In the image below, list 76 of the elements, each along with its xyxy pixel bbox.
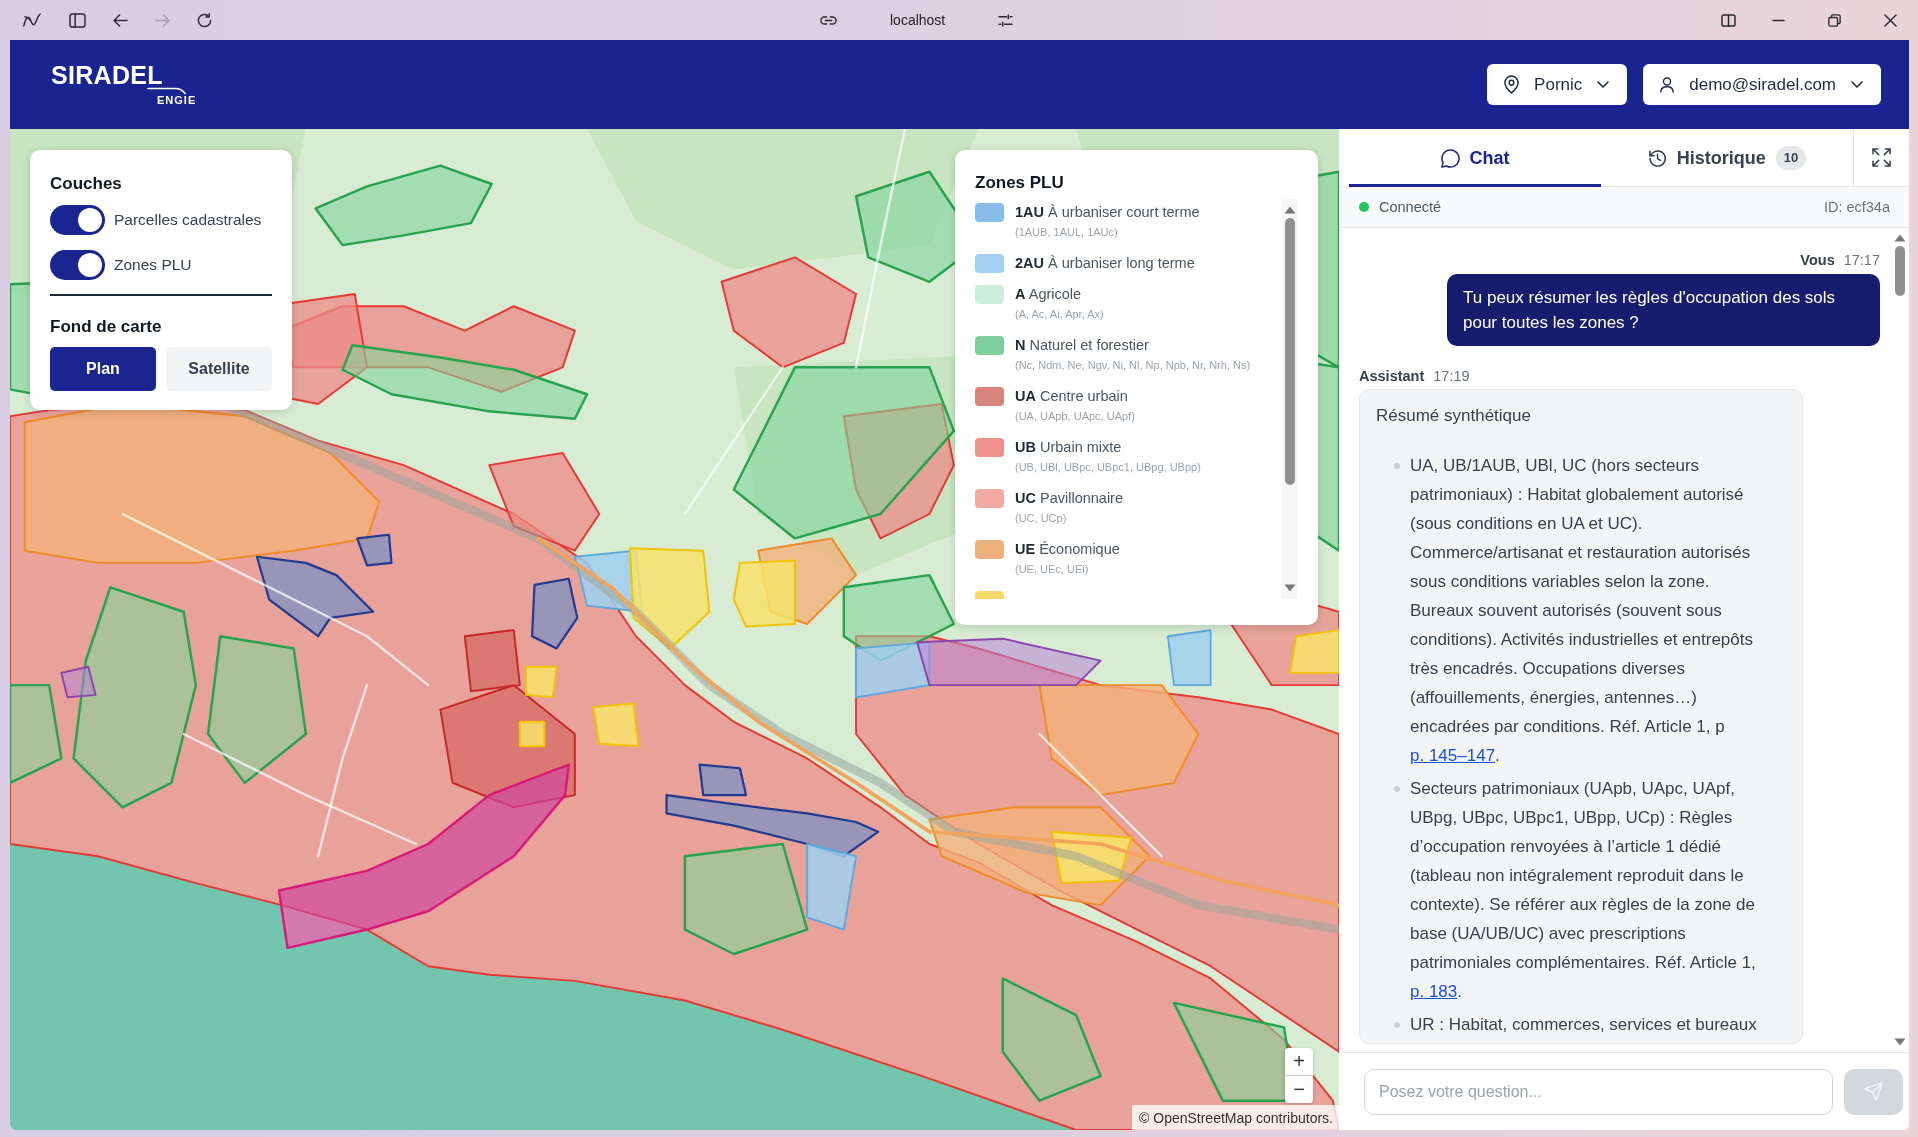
basemap-button[interactable]: Satellite	[166, 347, 272, 391]
legend-subzones: (UE, UEc, UEi)	[1015, 562, 1090, 577]
user-message-bubble: Tu peux résumer les règles d'occupation des sols pour toutes les zones ?	[1447, 274, 1880, 346]
toggle-switch[interactable]	[50, 250, 105, 280]
scroll-down-icon[interactable]	[1894, 1038, 1906, 1046]
legend-subzones: (UC, UCp)	[1015, 511, 1068, 526]
legend-label: 2AU À urbaniser long terme	[1015, 254, 1195, 273]
message-time: 17:19	[1433, 367, 1470, 386]
connection-status: Connecté	[1379, 199, 1442, 215]
panel-title: Couches	[50, 173, 123, 195]
location-dropdown[interactable]: Pornic	[1487, 64, 1628, 105]
browser-logo-icon[interactable]	[22, 11, 42, 29]
scroll-up-icon[interactable]	[1894, 234, 1906, 242]
user-icon	[1660, 76, 1675, 93]
legend-title: Zones PLU	[975, 172, 1065, 194]
url-text[interactable]: localhost	[890, 12, 946, 28]
legend-subzones: (1AUB, 1AUL, 1AUc)	[1015, 225, 1119, 240]
bullet-icon	[1394, 1022, 1400, 1028]
toggle-switch[interactable]	[50, 205, 105, 235]
send-icon	[1864, 1082, 1883, 1101]
legend-label: UB Urbain mixte	[1015, 438, 1123, 457]
layer-label: Zones PLU	[114, 256, 192, 274]
legend-label: UE Économique	[1015, 540, 1120, 559]
minimize-icon[interactable]	[1772, 18, 1785, 22]
parent-logo-text: ENGIE	[157, 93, 198, 106]
bullet-icon	[1394, 786, 1400, 792]
scroll-up-icon[interactable]	[1284, 206, 1296, 214]
user-menu-button[interactable]: demo@siradel.com	[1643, 64, 1881, 105]
legend-subzones: (A, Ac, Ai, Apr, Ax)	[1015, 307, 1104, 322]
author-name: Vous	[1800, 251, 1835, 270]
split-view-icon[interactable]	[1721, 13, 1736, 27]
layer-label: Parcelles cadastrales	[114, 211, 262, 229]
bullet-text: Secteurs patrimoniaux (UApb, UApc, UApf, UBpg, UBpc, UBpc1, UBpp, UCp) : Règles d’occupation renvoyées à l’article 1 dédié (tableau non intégralement reproduit dans le contexte). Se référer aux règles de la zone de base (UA/UB/UC) avec prescriptions patrimoniales complémentaires. Réf. Article 1, p. 183.	[1410, 778, 1757, 1003]
sliders-icon[interactable]	[998, 13, 1014, 27]
legend-label: N Naturel et forestier	[1015, 336, 1150, 355]
legend-label: A Agricole	[1015, 285, 1083, 304]
legend-label: 1AU À urbaniser court terme	[1015, 203, 1200, 222]
tab[interactable]: Historique 10	[1601, 129, 1853, 187]
count-badge: 10	[1775, 146, 1807, 170]
page-link[interactable]: p. 145–147	[1410, 746, 1496, 765]
back-icon[interactable]	[113, 13, 128, 27]
legend-subzones: (UA, UApb, UApc, UApf)	[1015, 409, 1135, 424]
restore-icon[interactable]	[1828, 13, 1841, 27]
chat-bubble-icon	[1440, 148, 1460, 168]
zoom-out-button[interactable]: −	[1285, 1076, 1313, 1103]
link-icon[interactable]	[820, 15, 837, 25]
pin-icon	[1504, 75, 1520, 94]
close-icon[interactable]	[1884, 13, 1897, 27]
expand-icon[interactable]	[1872, 148, 1891, 167]
scrollbar-thumb[interactable]	[1895, 246, 1905, 296]
scroll-down-icon[interactable]	[1284, 584, 1296, 592]
bullet-text: UR : Habitat, commerces, services et bureaux	[1410, 1014, 1758, 1036]
legend-label: UC Pavillonnaire	[1015, 489, 1123, 508]
question-input[interactable]: Posez votre question...	[1364, 1068, 1833, 1115]
bullet-text: UA, UB/1AUB, UBl, UC (hors secteurs patrimoniaux) : Habitat globalement autorisé (sous conditions en UA et UC). Commerce/artisanat et restauration autorisés sous conditions variables selon la zone. Bureaux souvent autorisés (souvent sous conditions). Activités industrielles et entrepôts très encadrés. Occupations diverses (affouillements, énergies, antennes…) encadrées par conditions. Réf. Article 1, p p. 145–147.	[1410, 455, 1754, 767]
author-name: Assistant	[1359, 367, 1425, 386]
legend-label: UA Centre urbain	[1015, 387, 1129, 406]
basemap-button[interactable]: Plan	[50, 347, 156, 391]
section-title: Fond de carte	[50, 316, 163, 338]
history-icon	[1647, 148, 1667, 168]
zoom-in-button[interactable]: +	[1285, 1048, 1313, 1075]
brand-logo-text: SIRADEL	[51, 63, 164, 86]
bullet-icon	[1394, 463, 1400, 469]
legend-subzones: (Nc, Ndm, Ne, Ngv, Ni, Nl, Np, Npb, Nr, Nrh, Ns)	[1015, 358, 1251, 373]
map-attribution: © OpenStreetMap contributors.	[1132, 1105, 1339, 1130]
page-link[interactable]: p. 183	[1410, 982, 1458, 1001]
legend-subzones: (UB, UBl, UBpc, UBpc1, UBpg, UBpp)	[1015, 460, 1201, 475]
message-time: 17:17	[1843, 251, 1880, 270]
reload-icon[interactable]	[197, 12, 212, 28]
logo-swoosh-icon	[147, 86, 187, 95]
chevron-down-icon	[1851, 81, 1863, 88]
session-id: ID: ecf34a	[1823, 199, 1890, 215]
sidebar-icon[interactable]	[69, 12, 86, 28]
message-heading: Résumé synthétique	[1376, 405, 1532, 427]
scrollbar-thumb[interactable]	[1285, 218, 1295, 485]
chevron-down-icon	[1597, 81, 1610, 88]
